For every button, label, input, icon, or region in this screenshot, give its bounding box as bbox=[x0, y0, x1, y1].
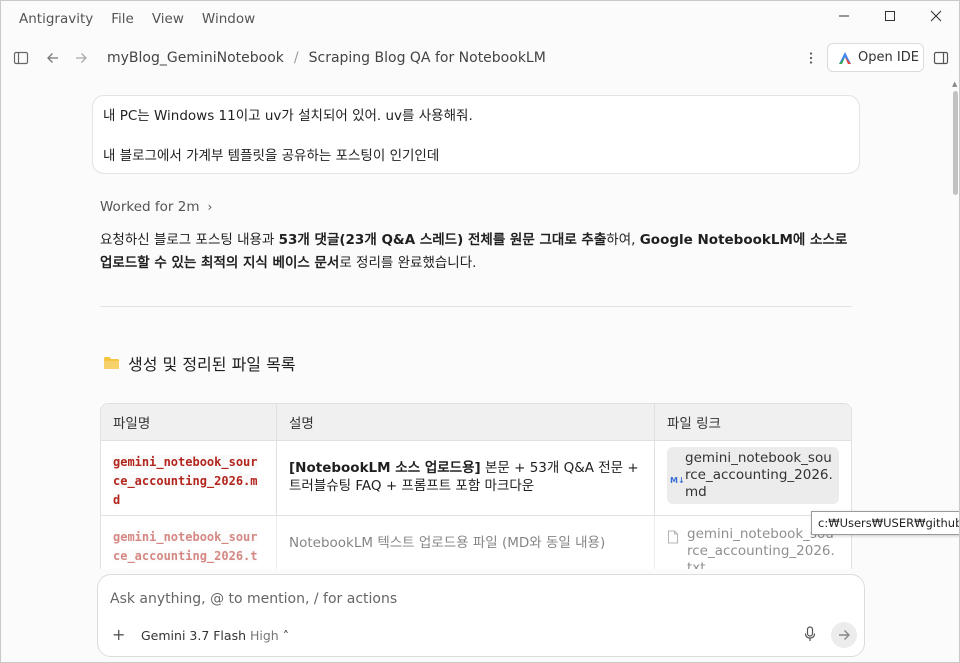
table-cell: gemini_notebook_source_accounting_2026.t… bbox=[101, 516, 277, 569]
menu-view[interactable]: View bbox=[143, 1, 193, 37]
microphone-icon bbox=[804, 626, 816, 641]
maximize-icon bbox=[885, 11, 895, 21]
user-message: 내 PC는 Windows 11이고 uv가 설치되어 있어. uv를 사용해줘… bbox=[92, 95, 860, 174]
section-title-text: 생성 및 정리된 파일 목록 bbox=[128, 355, 296, 374]
chat-box: + Gemini 3.7 Flash High ˄ bbox=[97, 574, 865, 657]
title-bar: Antigravity File View Window bbox=[1, 1, 959, 37]
user-message-line: 내 블로그에서 가계부 템플릿을 공유하는 포스팅이 인기인데 bbox=[103, 148, 440, 164]
chevron-right-icon: › bbox=[207, 200, 213, 214]
minimize-icon bbox=[839, 15, 849, 17]
model-selector[interactable]: Gemini 3.7 Flash High ˄ bbox=[141, 628, 289, 643]
markdown-icon: M↓ bbox=[670, 476, 685, 485]
user-message-line: 내 PC는 Windows 11이고 uv가 설치되어 있어. uv를 사용해줘… bbox=[103, 108, 473, 124]
microphone-button[interactable] bbox=[804, 626, 816, 646]
open-ide-label: Open IDE bbox=[858, 50, 919, 65]
answer-bold-text: 53개 댓글(23개 Q&A 스레드) 전체를 원문 그대로 추출 bbox=[278, 232, 607, 248]
send-button[interactable] bbox=[831, 622, 857, 648]
section-title: 생성 및 정리된 파일 목록 bbox=[103, 351, 296, 375]
add-context-icon[interactable]: + bbox=[112, 625, 125, 644]
forward-button[interactable] bbox=[71, 48, 91, 68]
more-vertical-icon bbox=[809, 52, 813, 64]
filename-code: gemini_notebook_source_accounting_2026.t… bbox=[113, 530, 258, 569]
file-icon bbox=[668, 530, 678, 544]
table-row: gemini_notebook_source_accounting_2026.t… bbox=[101, 516, 851, 569]
more-options-button[interactable] bbox=[801, 48, 821, 68]
files-table: 파일명 설명 파일 링크 gemini_notebook_source_acco… bbox=[100, 403, 852, 569]
description-bold: [NotebookLM 소스 업로드용] bbox=[289, 460, 481, 476]
maximize-button[interactable] bbox=[867, 1, 913, 31]
file-link[interactable]: M↓ gemini_notebook_source_accounting_202… bbox=[667, 447, 839, 504]
file-link-text: gemini_notebook_source_accounting_2026.m… bbox=[685, 450, 833, 500]
table-header: 파일명 설명 파일 링크 bbox=[101, 404, 851, 441]
description-text: NotebookLM 텍스트 업로드용 파일 (MD와 동일 내용) bbox=[289, 535, 606, 551]
table-cell: [NotebookLM 소스 업로드용] 본문 + 53개 Q&A 전문 + 트… bbox=[277, 441, 655, 515]
chat-input[interactable] bbox=[110, 591, 810, 607]
table-cell: gemini_notebook_source_accounting_2026.m… bbox=[101, 441, 277, 515]
breadcrumb-separator: / bbox=[293, 50, 299, 66]
open-ide-button[interactable]: Open IDE bbox=[827, 43, 924, 72]
nav-bar: myBlog_GeminiNotebook / Scraping Blog QA… bbox=[1, 39, 959, 77]
conversation-area[interactable]: 내 PC는 Windows 11이고 uv가 설치되어 있어. uv를 사용해줘… bbox=[1, 79, 951, 569]
assistant-answer: 요청하신 블로그 포스팅 내용과 53개 댓글(23개 Q&A 스레드) 전체를… bbox=[100, 229, 852, 275]
panel-right-icon bbox=[933, 51, 949, 65]
sidebar-icon bbox=[13, 51, 29, 65]
folder-icon bbox=[104, 357, 119, 369]
window-controls bbox=[821, 1, 959, 31]
back-button[interactable] bbox=[43, 48, 63, 68]
model-name: Gemini 3.7 Flash bbox=[141, 628, 247, 643]
breadcrumb: myBlog_GeminiNotebook / Scraping Blog QA… bbox=[107, 39, 546, 77]
table-cell: NotebookLM 텍스트 업로드용 파일 (MD와 동일 내용) bbox=[277, 516, 655, 569]
path-tooltip: c:₩Users₩USER₩github₩m bbox=[811, 511, 959, 535]
divider bbox=[100, 306, 852, 307]
arrow-left-icon bbox=[47, 53, 58, 63]
column-header: 파일 링크 bbox=[667, 416, 721, 432]
answer-text: 로 정리를 완료했습니다. bbox=[339, 255, 477, 271]
toggle-panel-button[interactable] bbox=[931, 48, 951, 68]
minimize-button[interactable] bbox=[821, 1, 867, 31]
menu-antigravity[interactable]: Antigravity bbox=[1, 1, 102, 37]
worked-for-label: Worked for 2m bbox=[100, 199, 200, 215]
chevron-up-icon: ˄ bbox=[282, 628, 289, 643]
app-window: Antigravity File View Window myBlog_Gemi… bbox=[0, 0, 960, 663]
worked-for-toggle[interactable]: Worked for 2m › bbox=[100, 199, 212, 215]
menu-window[interactable]: Window bbox=[193, 1, 264, 37]
table-cell: M↓ gemini_notebook_source_accounting_202… bbox=[655, 441, 851, 515]
arrow-right-icon bbox=[76, 53, 87, 63]
scrollbar-thumb[interactable] bbox=[953, 91, 958, 195]
column-header: 설명 bbox=[277, 404, 655, 440]
column-header: 파일명 bbox=[101, 404, 277, 440]
toggle-sidebar-button[interactable] bbox=[11, 48, 31, 68]
table-row: gemini_notebook_source_accounting_2026.m… bbox=[101, 441, 851, 516]
answer-text: 요청하신 블로그 포스팅 내용과 bbox=[100, 232, 279, 248]
close-icon bbox=[930, 10, 942, 22]
model-mode: High bbox=[250, 628, 279, 643]
answer-text: 하여, bbox=[606, 232, 640, 248]
antigravity-logo-icon bbox=[839, 51, 851, 64]
filename-code: gemini_notebook_source_accounting_2026.m… bbox=[113, 455, 258, 507]
breadcrumb-conversation[interactable]: Scraping Blog QA for NotebookLM bbox=[309, 50, 546, 66]
breadcrumb-project[interactable]: myBlog_GeminiNotebook bbox=[107, 50, 284, 66]
scroll-up-arrow-icon[interactable]: ▲ bbox=[952, 80, 957, 88]
arrow-right-icon bbox=[839, 630, 850, 640]
close-button[interactable] bbox=[913, 1, 959, 31]
menu-file[interactable]: File bbox=[102, 1, 143, 37]
